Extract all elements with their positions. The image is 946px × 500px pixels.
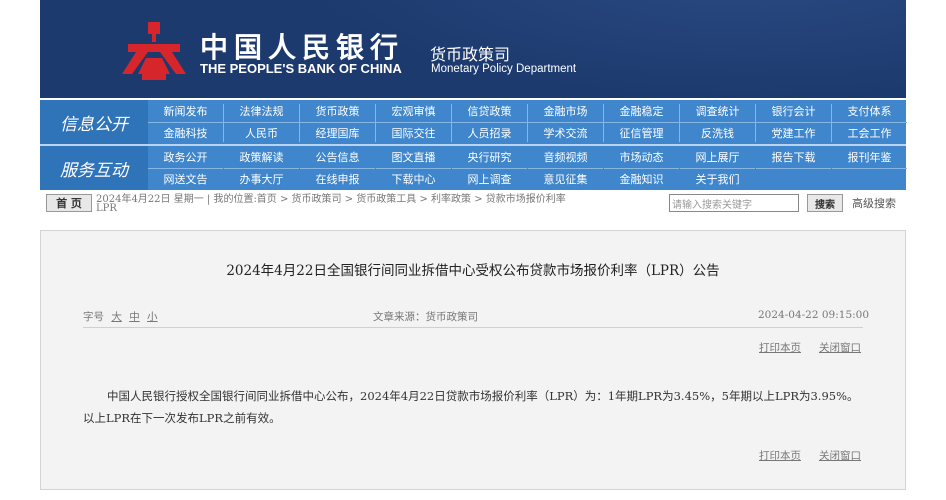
advanced-search-link[interactable]: 高级搜索: [852, 195, 896, 211]
nav-col-sep: [755, 104, 756, 142]
nav-group-info: 信息公开: [40, 100, 148, 144]
nav-col-sep: [451, 104, 452, 142]
meta-divider: [83, 327, 863, 328]
nav-aml[interactable]: 反洗钱: [680, 122, 755, 144]
article-panel: 2024年4月22日全国银行间同业拆借中心受权公布贷款市场报价利率（LPR）公告…: [40, 230, 906, 490]
font-large-link[interactable]: 大: [111, 311, 122, 323]
nav-fintech[interactable]: 金融科技: [148, 122, 223, 144]
nav-notices[interactable]: 网送文告: [148, 168, 223, 190]
nav-media[interactable]: 音频视频: [528, 146, 603, 169]
article-title: 2024年4月22日全国银行间同业拆借中心受权公布贷款市场报价利率（LPR）公告: [226, 263, 720, 279]
breadcrumb-tail[interactable]: LPR: [96, 203, 117, 214]
nav-statistics[interactable]: 调查统计: [680, 100, 755, 123]
nav-recruitment[interactable]: 人员招录: [452, 122, 527, 144]
print-link-bottom[interactable]: 打印本页: [759, 448, 801, 463]
nav-accounting[interactable]: 银行会计: [756, 100, 831, 123]
nav-laws[interactable]: 法律法规: [224, 100, 299, 123]
article-source: 文章来源：货币政策司: [373, 311, 478, 323]
nav-financial-knowledge[interactable]: 金融知识: [604, 168, 679, 190]
nav-payment[interactable]: 支付体系: [832, 100, 907, 123]
nav-market-news[interactable]: 市场动态: [604, 146, 679, 169]
nav-feedback[interactable]: 意见征集: [528, 168, 603, 190]
nav-financial-market[interactable]: 金融市场: [528, 100, 603, 123]
department-cn: 货币政策司: [430, 45, 511, 64]
breadcrumb-bar: 首 页 2024年4月22日 星期一 | 我的位置:首页 > 货币政策司 > 货…: [40, 190, 906, 214]
nav-survey[interactable]: 网上调查: [452, 168, 527, 190]
nav-credit-reference[interactable]: 征信管理: [604, 122, 679, 144]
nav-col-sep: [223, 104, 224, 142]
pboc-logo-icon: [122, 22, 186, 80]
nav-monetary-policy[interactable]: 货币政策: [300, 100, 375, 123]
nav-col-sep: [527, 104, 528, 142]
nav-col-sep: [679, 104, 680, 142]
nav-macroprudential[interactable]: 宏观审慎: [376, 100, 451, 123]
nav-online-filing[interactable]: 在线申报: [300, 168, 375, 190]
nav-col-sep: [603, 104, 604, 142]
nav-international[interactable]: 国际交往: [376, 122, 451, 144]
nav-research[interactable]: 央行研究: [452, 146, 527, 169]
nav-financial-stability[interactable]: 金融稳定: [604, 100, 679, 123]
nav-union[interactable]: 工会工作: [832, 122, 907, 144]
home-button[interactable]: 首 页: [46, 194, 92, 212]
site-title-cn: 中国人民银行: [200, 31, 405, 64]
site-title-en: THE PEOPLE'S BANK OF CHINA: [200, 61, 402, 76]
nav-policy-interpretation[interactable]: 政策解读: [224, 146, 299, 169]
font-size-controls: 字号 大 中 小: [83, 309, 158, 324]
nav-news[interactable]: 新闻发布: [148, 100, 223, 123]
nav-col-sep: [831, 104, 832, 142]
nav-credit-policy[interactable]: 信贷政策: [452, 100, 527, 123]
nav-col-sep: [375, 104, 376, 142]
nav-yearbook[interactable]: 报刊年鉴: [832, 146, 907, 169]
nav-rmb[interactable]: 人民币: [224, 122, 299, 144]
article-datetime: 2024-04-22 09:15:00: [758, 309, 870, 321]
search-input[interactable]: 请输入搜索关键字: [669, 194, 799, 212]
nav-online-exhibition[interactable]: 网上展厅: [680, 146, 755, 169]
font-size-label: 字号: [83, 311, 104, 323]
nav-announcements[interactable]: 公告信息: [300, 146, 375, 169]
nav-academic[interactable]: 学术交流: [528, 122, 603, 144]
nav-col-sep: [299, 104, 300, 142]
breadcrumb[interactable]: 2024年4月22日 星期一 | 我的位置:首页 > 货币政策司 > 货币政策工…: [96, 190, 566, 205]
font-small-link[interactable]: 小: [147, 311, 158, 323]
nav-live[interactable]: 图文直播: [376, 146, 451, 169]
nav-party[interactable]: 党建工作: [756, 122, 831, 144]
department-en: Monetary Policy Department: [431, 63, 577, 75]
nav-service-hall[interactable]: 办事大厅: [224, 168, 299, 190]
header-banner: 中国人民银行 THE PEOPLE'S BANK OF CHINA 货币政策司 …: [40, 0, 906, 98]
close-window-link-bottom[interactable]: 关闭窗口: [819, 448, 861, 463]
font-medium-link[interactable]: 中: [129, 311, 140, 323]
close-window-link[interactable]: 关闭窗口: [819, 340, 861, 355]
nav-reports[interactable]: 报告下载: [756, 146, 831, 169]
search-button[interactable]: 搜索: [807, 194, 843, 212]
nav-downloads[interactable]: 下载中心: [376, 168, 451, 190]
nav-treasury[interactable]: 经理国库: [300, 122, 375, 144]
print-link[interactable]: 打印本页: [759, 340, 801, 355]
nav-about[interactable]: 关于我们: [680, 168, 755, 190]
nav-group-service: 服务互动: [40, 146, 148, 190]
main-nav: 信息公开 服务互动 新闻发布 法律法规 货币政策 宏观审慎 信贷政策 金融市场 …: [40, 100, 907, 190]
nav-gov-affairs[interactable]: 政务公开: [148, 146, 223, 169]
article-body: 中国人民银行授权全国银行间同业拆借中心公布，2024年4月22日贷款市场报价利率…: [83, 389, 859, 425]
